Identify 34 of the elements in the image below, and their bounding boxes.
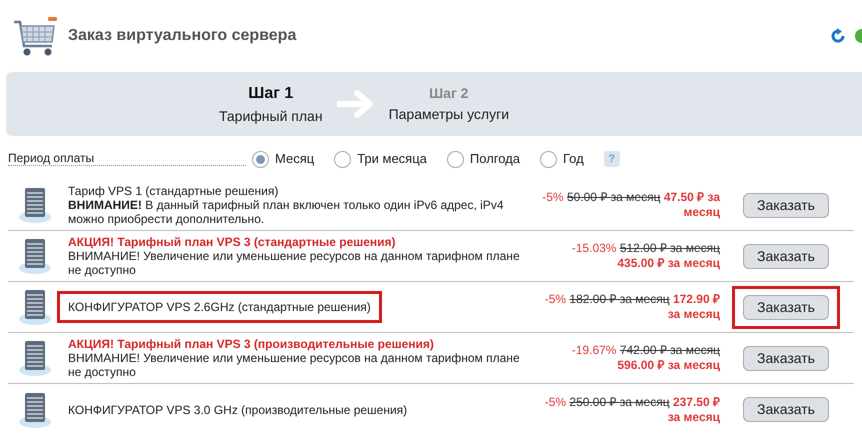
plan-price: -5% 50.00 ₽ за месяц 47.50 ₽ за месяц [541, 190, 720, 220]
plan-title: КОНФИГУРАТОР VPS 2.6GHz (стандартные решения) [57, 291, 382, 323]
order-button[interactable]: Заказать [743, 397, 829, 422]
page-title: Заказ виртуального сервера [68, 26, 296, 46]
step: Шаг 2 Параметры услуги [388, 83, 510, 125]
shopping-cart-icon [12, 14, 58, 58]
plan-price: -5% 250.00 ₽ за месяц 237.50 ₽ за месяц [544, 394, 720, 424]
plan-title: АКЦИЯ! Тарифный план VPS 3 (производительные решения) [68, 337, 434, 351]
plan-price: -15.03% 512.00 ₽ за месяц 435.00 ₽ за месяц [570, 241, 720, 271]
period-radio[interactable]: Год [540, 149, 584, 169]
order-button[interactable]: Заказать [743, 294, 829, 320]
plan-note: ВНИМАНИЕ! Увеличение или уменьшение ресурсов на данном тарифном плане не доступно [68, 249, 521, 277]
plan-price: -19.67% 742.00 ₽ за месяц 596.00 ₽ за месяц [570, 343, 720, 373]
step: Шаг 1 Тарифный план [218, 82, 323, 126]
order-button[interactable]: Заказать [743, 192, 829, 218]
period-radio[interactable]: Полгода [446, 149, 520, 169]
server-icon [18, 237, 52, 275]
server-icon [18, 186, 52, 224]
plan-note: ВНИМАНИЕ! Увеличение или уменьшение ресурсов на данном тарифном плане не доступно [68, 351, 521, 379]
period-radio[interactable]: Месяц [252, 149, 314, 169]
server-icon [18, 288, 52, 326]
plan-price: -5% 182.00 ₽ за месяц 172.90 ₽ за месяц [544, 292, 720, 322]
server-icon [18, 339, 52, 377]
plan-title: Тариф VPS 1 (стандартные решения) [68, 184, 278, 198]
period-label: Период оплаты [8, 152, 246, 166]
period-radio[interactable]: Три месяца [334, 149, 427, 169]
arrow-right-icon [336, 90, 375, 118]
order-button[interactable]: Заказать [743, 244, 829, 268]
server-icon [18, 390, 52, 428]
plan-title: АКЦИЯ! Тарифный план VPS 3 (стандартные решения) [68, 235, 396, 249]
plan-title: КОНФИГУРАТОР VPS 3.0 GHz (производительные решения) [68, 402, 408, 416]
order-button[interactable]: Заказать [743, 346, 829, 370]
plan-note: ВНИМАНИЕ! В данный тарифный план включен только один iPv6 адрес, iPv4 можно приобрести дополнительно. [68, 198, 504, 226]
refresh-icon[interactable] [830, 28, 846, 44]
